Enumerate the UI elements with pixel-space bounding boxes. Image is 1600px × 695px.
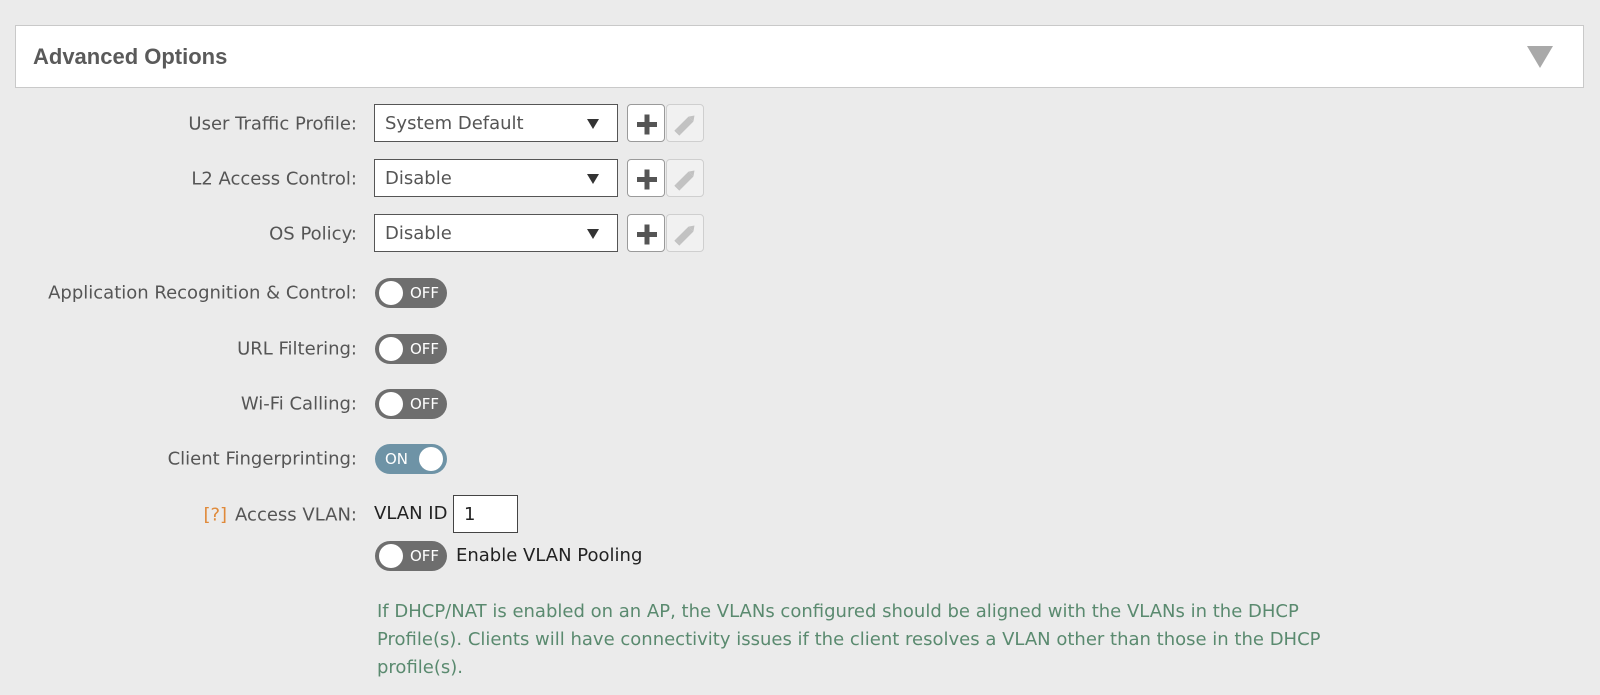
plus-icon bbox=[637, 224, 657, 245]
edit-os-policy-button[interactable] bbox=[666, 214, 704, 252]
client-fingerprinting-row: Client Fingerprinting: ON bbox=[0, 439, 1600, 479]
l2-access-control-label: L2 Access Control: bbox=[191, 168, 357, 190]
toggle-knob bbox=[379, 337, 403, 361]
vlan-id-input[interactable] bbox=[453, 495, 518, 533]
os-policy-label: OS Policy: bbox=[269, 223, 357, 245]
toggle-knob bbox=[379, 544, 403, 568]
add-l2-access-control-button[interactable] bbox=[627, 159, 665, 197]
client-fingerprinting-label: Client Fingerprinting: bbox=[167, 448, 357, 470]
dropdown-caret-icon bbox=[587, 119, 599, 129]
advanced-options-header[interactable]: Advanced Options bbox=[15, 25, 1584, 88]
wifi-calling-label: Wi-Fi Calling: bbox=[240, 393, 357, 415]
toggle-knob bbox=[379, 392, 403, 416]
toggle-knob bbox=[379, 281, 403, 305]
user-traffic-profile-select[interactable]: System Default bbox=[374, 104, 618, 142]
l2-access-control-row: L2 Access Control: Disable bbox=[0, 159, 1600, 199]
advanced-options-page: Advanced Options User Traffic Profile: S… bbox=[0, 0, 1600, 695]
plus-icon bbox=[637, 114, 657, 135]
edit-l2-access-control-button[interactable] bbox=[666, 159, 704, 197]
toggle-state-text: OFF bbox=[409, 547, 439, 565]
collapse-triangle-icon[interactable] bbox=[1527, 46, 1553, 68]
url-filtering-label: URL Filtering: bbox=[237, 338, 357, 360]
app-recognition-toggle[interactable]: OFF bbox=[375, 278, 447, 308]
wifi-calling-toggle[interactable]: OFF bbox=[375, 389, 447, 419]
add-os-policy-button[interactable] bbox=[627, 214, 665, 252]
vlan-pooling-toggle[interactable]: OFF bbox=[375, 541, 447, 571]
dhcp-vlan-info-message: If DHCP/NAT is enabled on an AP, the VLA… bbox=[377, 601, 1321, 678]
toggle-knob bbox=[419, 447, 443, 471]
add-user-traffic-profile-button[interactable] bbox=[627, 104, 665, 142]
edit-user-traffic-profile-button[interactable] bbox=[666, 104, 704, 142]
client-fingerprinting-toggle[interactable]: ON bbox=[375, 444, 447, 474]
toggle-state-text: OFF bbox=[409, 395, 439, 413]
wifi-calling-row: Wi-Fi Calling: OFF bbox=[0, 384, 1600, 424]
vlan-pooling-row: OFF Enable VLAN Pooling bbox=[0, 541, 1600, 581]
l2-access-control-select[interactable]: Disable bbox=[374, 159, 618, 197]
dropdown-caret-icon bbox=[587, 229, 599, 239]
access-vlan-label: [?] Access VLAN: bbox=[203, 505, 357, 526]
dropdown-caret-icon bbox=[587, 174, 599, 184]
toggle-state-text: OFF bbox=[409, 284, 439, 302]
user-traffic-profile-label: User Traffic Profile: bbox=[188, 113, 357, 135]
user-traffic-profile-value: System Default bbox=[385, 113, 524, 134]
app-recognition-row: Application Recognition & Control: OFF bbox=[0, 273, 1600, 313]
url-filtering-toggle[interactable]: OFF bbox=[375, 334, 447, 364]
toggle-state-text: OFF bbox=[409, 340, 439, 358]
user-traffic-profile-row: User Traffic Profile: System Default bbox=[0, 104, 1600, 144]
help-link[interactable]: [?] bbox=[203, 505, 227, 526]
plus-icon bbox=[637, 169, 657, 190]
os-policy-select[interactable]: Disable bbox=[374, 214, 618, 252]
access-vlan-label-text: Access VLAN: bbox=[235, 504, 357, 526]
vlan-id-label: VLAN ID bbox=[374, 503, 448, 524]
os-policy-row: OS Policy: Disable bbox=[0, 214, 1600, 254]
l2-access-control-value: Disable bbox=[385, 168, 452, 189]
os-policy-value: Disable bbox=[385, 223, 452, 244]
pencil-icon bbox=[674, 170, 695, 191]
access-vlan-row: [?] Access VLAN: VLAN ID bbox=[0, 495, 1600, 535]
url-filtering-row: URL Filtering: OFF bbox=[0, 329, 1600, 369]
app-recognition-label: Application Recognition & Control: bbox=[48, 282, 357, 304]
pencil-icon bbox=[674, 225, 695, 246]
pencil-icon bbox=[674, 115, 695, 136]
vlan-pooling-label: Enable VLAN Pooling bbox=[456, 545, 643, 566]
toggle-state-text: ON bbox=[385, 450, 409, 468]
panel-title: Advanced Options bbox=[33, 44, 228, 69]
